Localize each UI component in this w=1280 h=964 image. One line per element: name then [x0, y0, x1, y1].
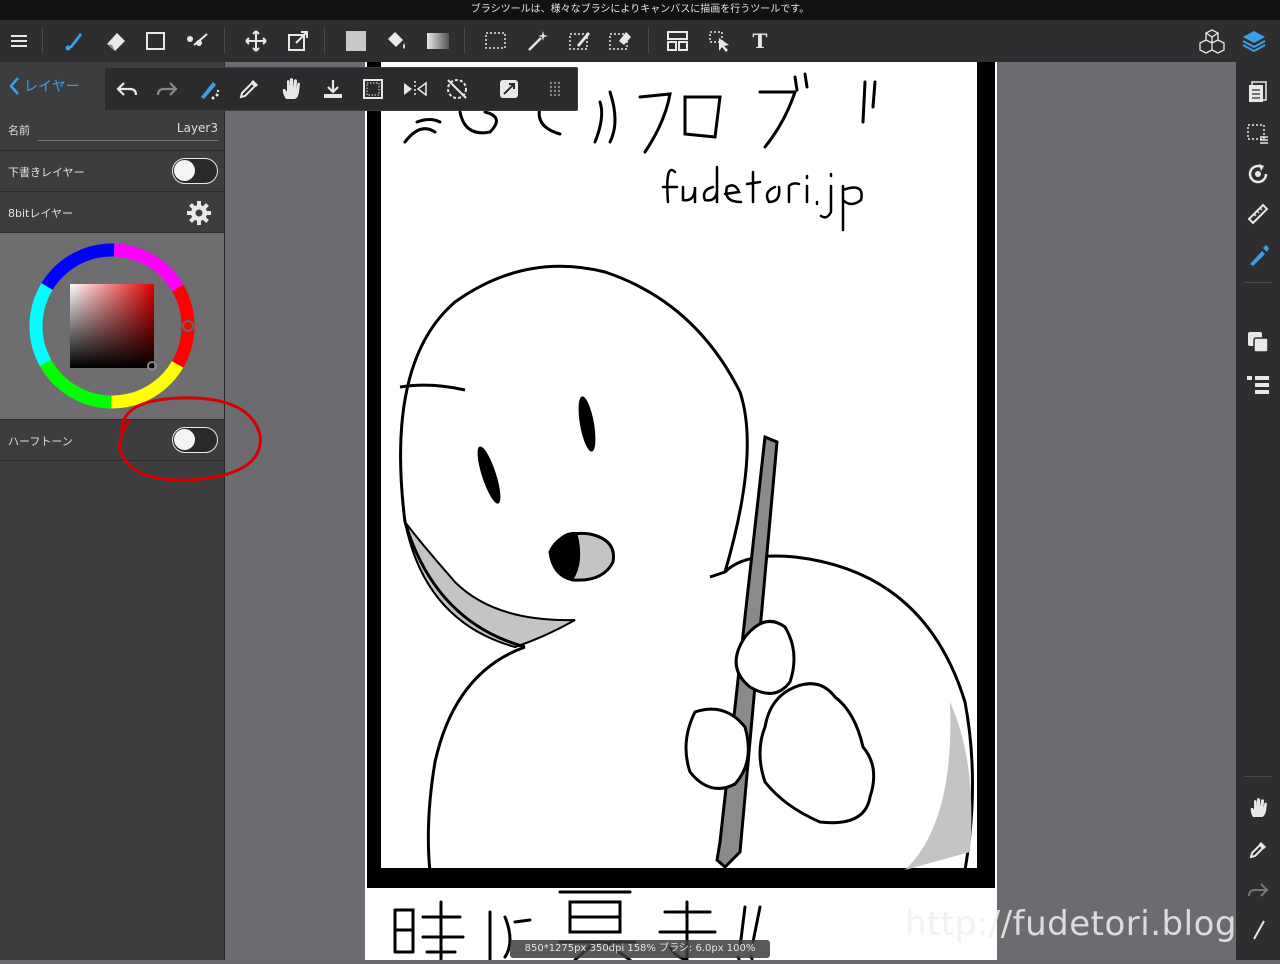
flip-icon[interactable] [395, 68, 435, 110]
rectangle-icon[interactable] [138, 20, 174, 62]
rotate-icon[interactable] [1236, 154, 1280, 194]
back-label: レイヤー [24, 79, 80, 95]
select-rect-icon[interactable] [478, 20, 514, 62]
gradient-icon[interactable] [420, 20, 456, 62]
8bit-layer-label: 8bitレイヤー [8, 207, 74, 220]
select-eraser-icon[interactable] [602, 20, 638, 62]
ruler-icon[interactable] [1236, 194, 1280, 234]
fill-frame-icon[interactable] [353, 68, 393, 110]
quick-toolbar [104, 67, 578, 111]
menu-icon[interactable] [2, 20, 38, 62]
select-show-icon[interactable] [1236, 114, 1280, 154]
manga-illustration [365, 62, 997, 962]
grip-icon[interactable] [535, 68, 575, 110]
layer-list-icon[interactable] [1236, 364, 1280, 404]
eraser-icon[interactable] [98, 20, 134, 62]
page-icon[interactable] [1236, 72, 1280, 112]
layer-name-label: 名前 [8, 124, 30, 137]
eyedropper-icon[interactable] [1236, 830, 1280, 870]
canvas-status: 850*1275px 350dpi 158% ブラシ: 6.0px 100% [510, 940, 770, 958]
select-pen-icon[interactable] [562, 20, 598, 62]
back-button[interactable]: レイヤー [8, 74, 80, 98]
draft-layer-toggle[interactable] [172, 158, 218, 184]
layer-name-input[interactable]: Layer3 [38, 118, 218, 141]
move-icon[interactable] [238, 20, 274, 62]
right-tool-panel [1236, 62, 1280, 960]
redo-icon[interactable] [1236, 870, 1280, 910]
rotate-reset-icon[interactable] [437, 68, 477, 110]
chevron-left-icon [9, 77, 19, 95]
gear-icon[interactable] [186, 200, 212, 226]
save-icon[interactable] [313, 68, 353, 110]
bucket-icon[interactable] [378, 20, 414, 62]
snap-pen-icon[interactable] [1236, 236, 1280, 276]
fill-color-icon[interactable] [338, 20, 374, 62]
text-icon[interactable]: T [742, 20, 778, 62]
halftone-label: ハーフトーン [8, 435, 73, 448]
panel-layout-icon[interactable] [660, 20, 696, 62]
watermark: http://fudetori.blog.jp/ [905, 904, 1280, 944]
canvas-page[interactable] [365, 62, 997, 962]
airbrush-icon[interactable] [189, 68, 229, 110]
layer-name-row: 名前 Layer3 [0, 110, 224, 151]
magic-wand-icon[interactable] [520, 20, 556, 62]
layer-copy-icon[interactable] [1236, 322, 1280, 362]
select-object-icon[interactable] [702, 20, 738, 62]
transform-icon[interactable] [280, 20, 316, 62]
redo-icon[interactable] [147, 68, 187, 110]
layer-properties-panel: レイヤー 名前 Layer3 下書きレイヤー 8bitレイヤー ハーフトーン [0, 62, 225, 960]
layers-icon[interactable] [1236, 20, 1272, 62]
tooltip-bar: ブラシツールは、様々なブラシによりキャンバスに描画を行うツールです。 [0, 0, 1280, 20]
undo-icon[interactable] [107, 68, 147, 110]
annotation-circle [118, 396, 262, 482]
main-toolbar: T [0, 20, 1280, 63]
hand-icon[interactable] [271, 68, 311, 110]
hand-icon[interactable] [1236, 788, 1280, 828]
dot-icon[interactable] [180, 20, 216, 62]
brush-icon[interactable] [56, 20, 92, 62]
eyedropper-icon[interactable] [229, 68, 269, 110]
draft-layer-row: 下書きレイヤー [0, 151, 224, 192]
3d-icon[interactable] [1194, 20, 1230, 62]
draft-layer-label: 下書きレイヤー [8, 166, 85, 179]
snap-icon[interactable] [489, 68, 529, 110]
8bit-layer-row: 8bitレイヤー [0, 192, 224, 233]
slash-icon[interactable] [1236, 910, 1280, 950]
